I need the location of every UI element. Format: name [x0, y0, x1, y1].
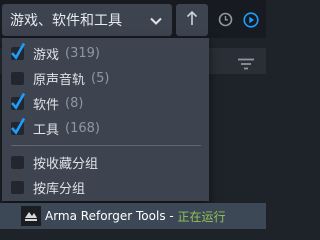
- menu-item-group-by-collection[interactable]: 按收藏分组: [2, 150, 209, 175]
- menu-item-count: (319): [65, 46, 100, 61]
- checkbox[interactable]: [11, 72, 24, 85]
- running-game-row[interactable]: Arma Reforger Tools - 正在运行: [0, 203, 266, 229]
- menu-item-label: 原声音轨: [33, 73, 86, 88]
- sort-button[interactable]: [176, 4, 208, 36]
- menu-item-count: (8): [65, 96, 84, 111]
- arrow-up-icon: [185, 9, 199, 31]
- chevron-down-icon: [149, 13, 163, 32]
- menu-item-count: (168): [65, 121, 100, 136]
- game-icon: [21, 206, 41, 226]
- checkbox[interactable]: [11, 42, 26, 60]
- library-filter-dropdown-label: 游戏、软件和工具: [10, 13, 122, 29]
- menu-item-label: 软件: [33, 98, 60, 113]
- menu-item-tools[interactable]: 工具 (168): [2, 116, 209, 141]
- menu-item-count: (5): [91, 71, 110, 86]
- checkbox[interactable]: [11, 117, 26, 135]
- checkbox[interactable]: [11, 92, 26, 110]
- menu-item-games[interactable]: 游戏 (319): [2, 41, 209, 66]
- library-filter-menu: 游戏 (319) 原声音轨 (5) 软件 (8) 工具 (168) 按收藏分组 …: [2, 38, 209, 201]
- library-toolbar: 游戏、软件和工具: [0, 0, 266, 38]
- menu-item-label: 按库分组: [33, 182, 86, 197]
- menu-divider: [11, 145, 201, 146]
- game-running-status: 正在运行: [177, 209, 226, 224]
- menu-item-software[interactable]: 软件 (8): [2, 91, 209, 116]
- game-title: Arma Reforger Tools: [45, 209, 166, 223]
- checkbox[interactable]: [11, 181, 24, 194]
- library-filter-dropdown[interactable]: 游戏、软件和工具: [2, 4, 172, 36]
- checkbox[interactable]: [11, 156, 24, 169]
- game-title-separator: -: [165, 209, 178, 223]
- filter-lines-icon[interactable]: [237, 55, 255, 74]
- menu-item-label: 游戏: [33, 48, 60, 63]
- menu-item-group-by-library[interactable]: 按库分组: [2, 175, 209, 200]
- menu-item-soundtracks[interactable]: 原声音轨 (5): [2, 66, 209, 91]
- menu-item-label: 按收藏分组: [33, 157, 99, 172]
- menu-item-label: 工具: [33, 123, 60, 138]
- clock-icon[interactable]: [218, 12, 233, 31]
- play-circle-icon[interactable]: [243, 12, 259, 32]
